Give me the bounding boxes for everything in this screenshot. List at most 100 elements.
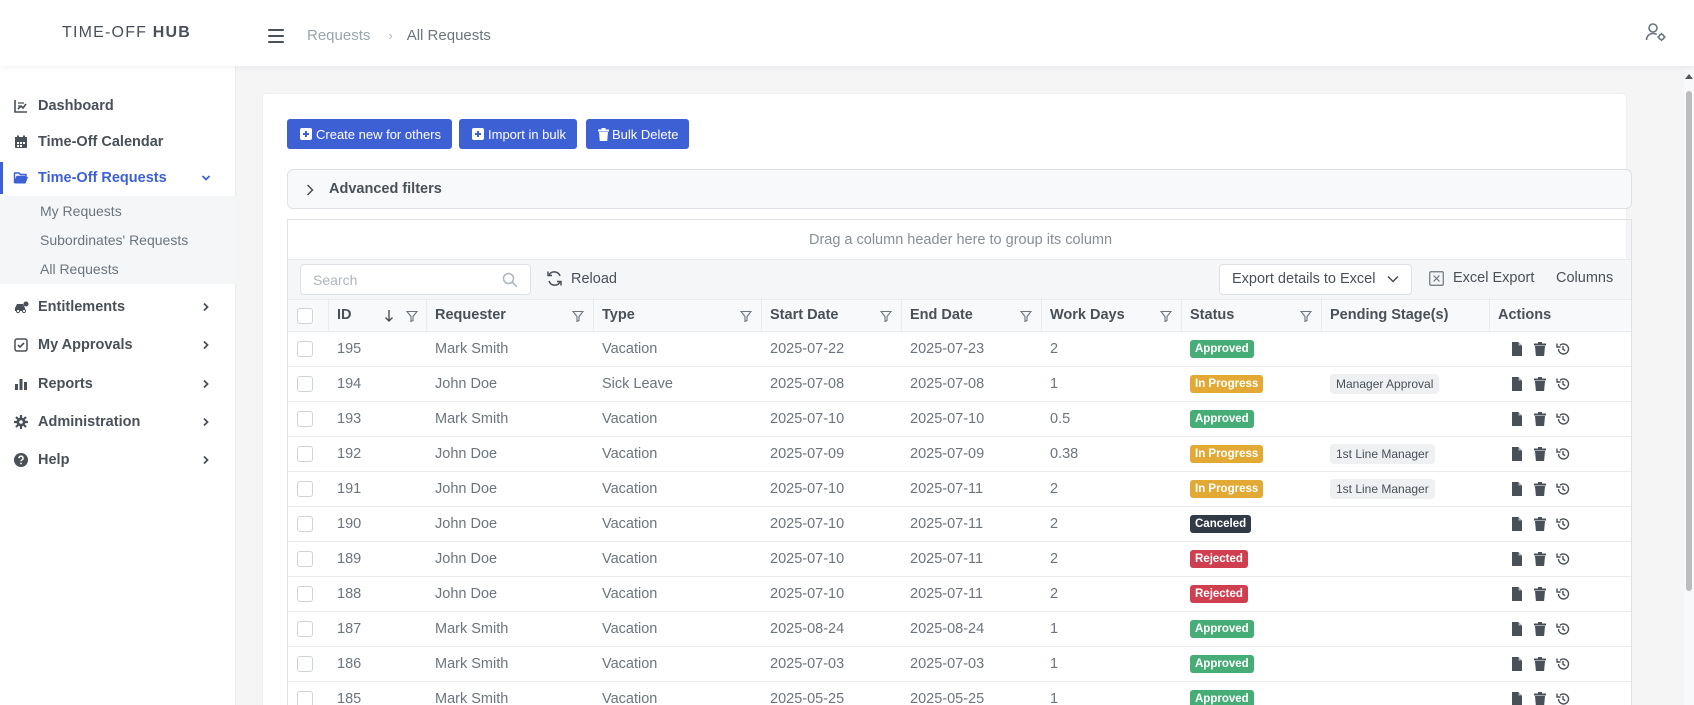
import-in-bulk-button[interactable]: Import in bulk bbox=[459, 119, 578, 149]
row-checkbox[interactable] bbox=[297, 656, 313, 672]
table-row[interactable]: 185 Mark Smith Vacation 2025-05-25 2025-05-2… bbox=[288, 682, 1631, 705]
filter-icon[interactable] bbox=[572, 310, 584, 322]
history-icon[interactable] bbox=[1556, 587, 1570, 601]
view-details-icon[interactable] bbox=[1511, 552, 1523, 566]
delete-icon[interactable] bbox=[1534, 587, 1546, 601]
table-row[interactable]: 190 John Doe Vacation 2025-07-10 2025-07-11 2… bbox=[288, 507, 1631, 542]
sidebar-item-entitlements[interactable]: Entitlements bbox=[0, 289, 236, 325]
table-row[interactable]: 187 Mark Smith Vacation 2025-08-24 2025-08-2… bbox=[288, 612, 1631, 647]
export-details-select[interactable]: Export details to Excel bbox=[1219, 264, 1412, 295]
group-panel[interactable]: Drag a column header here to group its c… bbox=[288, 220, 1631, 260]
view-details-icon[interactable] bbox=[1511, 587, 1523, 601]
view-details-icon[interactable] bbox=[1511, 342, 1523, 356]
history-icon[interactable] bbox=[1556, 657, 1570, 671]
row-checkbox[interactable] bbox=[297, 621, 313, 637]
view-details-icon[interactable] bbox=[1511, 657, 1523, 671]
row-checkbox[interactable] bbox=[297, 341, 313, 357]
sidebar-item-my-approvals[interactable]: My Approvals bbox=[0, 327, 236, 363]
scroll-up-arrow-icon[interactable] bbox=[1685, 74, 1693, 79]
view-details-icon[interactable] bbox=[1511, 447, 1523, 461]
excel-export-button[interactable]: Excel Export bbox=[1429, 270, 1534, 286]
filter-icon[interactable] bbox=[740, 310, 752, 322]
history-icon[interactable] bbox=[1556, 412, 1570, 426]
delete-icon[interactable] bbox=[1534, 692, 1546, 705]
delete-icon[interactable] bbox=[1534, 622, 1546, 636]
column-header-work-days[interactable]: Work Days bbox=[1042, 300, 1182, 333]
subnav-my-requests[interactable]: My Requests bbox=[40, 203, 122, 219]
filter-icon[interactable] bbox=[406, 310, 418, 322]
delete-icon[interactable] bbox=[1534, 412, 1546, 426]
column-header-type[interactable]: Type bbox=[594, 300, 762, 333]
row-checkbox[interactable] bbox=[297, 376, 313, 392]
table-row[interactable]: 194 John Doe Sick Leave 2025-07-08 2025-07-0… bbox=[288, 367, 1631, 402]
view-details-icon[interactable] bbox=[1511, 377, 1523, 391]
subnav-all-requests[interactable]: All Requests bbox=[40, 261, 119, 277]
filter-icon[interactable] bbox=[880, 310, 892, 322]
page-scrollbar[interactable] bbox=[1684, 70, 1694, 705]
sidebar-item-time-off-calendar[interactable]: Time-Off Calendar bbox=[0, 124, 236, 160]
reload-button[interactable]: Reload bbox=[546, 270, 617, 287]
history-icon[interactable] bbox=[1556, 377, 1570, 391]
table-row[interactable]: 193 Mark Smith Vacation 2025-07-10 2025-07-1… bbox=[288, 402, 1631, 437]
create-new-for-others-button[interactable]: Create new for others bbox=[287, 119, 453, 149]
view-details-icon[interactable] bbox=[1511, 412, 1523, 426]
history-icon[interactable] bbox=[1556, 692, 1570, 705]
user-settings-icon[interactable] bbox=[1645, 22, 1667, 42]
sidebar-item-help[interactable]: Help bbox=[0, 442, 236, 478]
sidebar-item-administration[interactable]: Administration bbox=[0, 404, 236, 440]
history-icon[interactable] bbox=[1556, 622, 1570, 636]
breadcrumb-requests[interactable]: Requests bbox=[307, 27, 370, 44]
sidebar-item-reports[interactable]: Reports bbox=[0, 366, 236, 402]
history-icon[interactable] bbox=[1556, 482, 1570, 496]
view-details-icon[interactable] bbox=[1511, 517, 1523, 531]
row-checkbox[interactable] bbox=[297, 691, 313, 705]
delete-icon[interactable] bbox=[1534, 377, 1546, 391]
delete-icon[interactable] bbox=[1534, 552, 1546, 566]
table-row[interactable]: 188 John Doe Vacation 2025-07-10 2025-07-11 2… bbox=[288, 577, 1631, 612]
column-header-end-date[interactable]: End Date bbox=[902, 300, 1042, 333]
select-all-checkbox[interactable] bbox=[297, 308, 313, 324]
row-checkbox[interactable] bbox=[297, 586, 313, 602]
delete-icon[interactable] bbox=[1534, 342, 1546, 356]
table-row[interactable]: 189 John Doe Vacation 2025-07-10 2025-07-11 2… bbox=[288, 542, 1631, 577]
delete-icon[interactable] bbox=[1534, 517, 1546, 531]
column-header-pending-stages[interactable]: Pending Stage(s) bbox=[1322, 300, 1490, 333]
subnav-subordinates-requests[interactable]: Subordinates' Requests bbox=[40, 232, 188, 248]
search-input[interactable] bbox=[300, 264, 531, 295]
row-checkbox[interactable] bbox=[297, 551, 313, 567]
view-details-icon[interactable] bbox=[1511, 692, 1523, 705]
advanced-filters-toggle[interactable]: Advanced filters bbox=[287, 169, 1632, 209]
delete-icon[interactable] bbox=[1534, 482, 1546, 496]
filter-icon[interactable] bbox=[1300, 310, 1312, 322]
sidebar-item-time-off-requests[interactable]: Time-Off Requests bbox=[0, 160, 236, 196]
table-row[interactable]: 191 John Doe Vacation 2025-07-10 2025-07-11 2… bbox=[288, 472, 1631, 507]
filter-icon[interactable] bbox=[1160, 310, 1172, 322]
table-row[interactable]: 186 Mark Smith Vacation 2025-07-03 2025-07-0… bbox=[288, 647, 1631, 682]
sidebar-item-dashboard[interactable]: Dashboard bbox=[0, 88, 236, 124]
filter-icon[interactable] bbox=[1020, 310, 1032, 322]
scrollbar-thumb[interactable] bbox=[1686, 91, 1692, 591]
history-icon[interactable] bbox=[1556, 447, 1570, 461]
column-header-id[interactable]: ID bbox=[329, 300, 427, 333]
columns-button[interactable]: Columns bbox=[1556, 270, 1613, 286]
column-header-start-date[interactable]: Start Date bbox=[762, 300, 902, 333]
history-icon[interactable] bbox=[1556, 517, 1570, 531]
app-logo[interactable]: TIME-OFF HUB bbox=[62, 24, 191, 42]
row-checkbox[interactable] bbox=[297, 481, 313, 497]
view-details-icon[interactable] bbox=[1511, 622, 1523, 636]
row-checkbox[interactable] bbox=[297, 516, 313, 532]
view-details-icon[interactable] bbox=[1511, 482, 1523, 496]
history-icon[interactable] bbox=[1556, 342, 1570, 356]
table-row[interactable]: 195 Mark Smith Vacation 2025-07-22 2025-07-2… bbox=[288, 332, 1631, 367]
column-header-status[interactable]: Status bbox=[1182, 300, 1322, 333]
table-row[interactable]: 192 John Doe Vacation 2025-07-09 2025-07-09 0… bbox=[288, 437, 1631, 472]
row-checkbox[interactable] bbox=[297, 411, 313, 427]
row-checkbox[interactable] bbox=[297, 446, 313, 462]
delete-icon[interactable] bbox=[1534, 447, 1546, 461]
menu-toggle-icon[interactable] bbox=[268, 29, 284, 43]
delete-icon[interactable] bbox=[1534, 657, 1546, 671]
history-icon[interactable] bbox=[1556, 552, 1570, 566]
column-header-requester[interactable]: Requester bbox=[427, 300, 594, 333]
sort-descending-icon[interactable] bbox=[384, 309, 394, 323]
bulk-delete-button[interactable]: Bulk Delete bbox=[586, 119, 690, 149]
